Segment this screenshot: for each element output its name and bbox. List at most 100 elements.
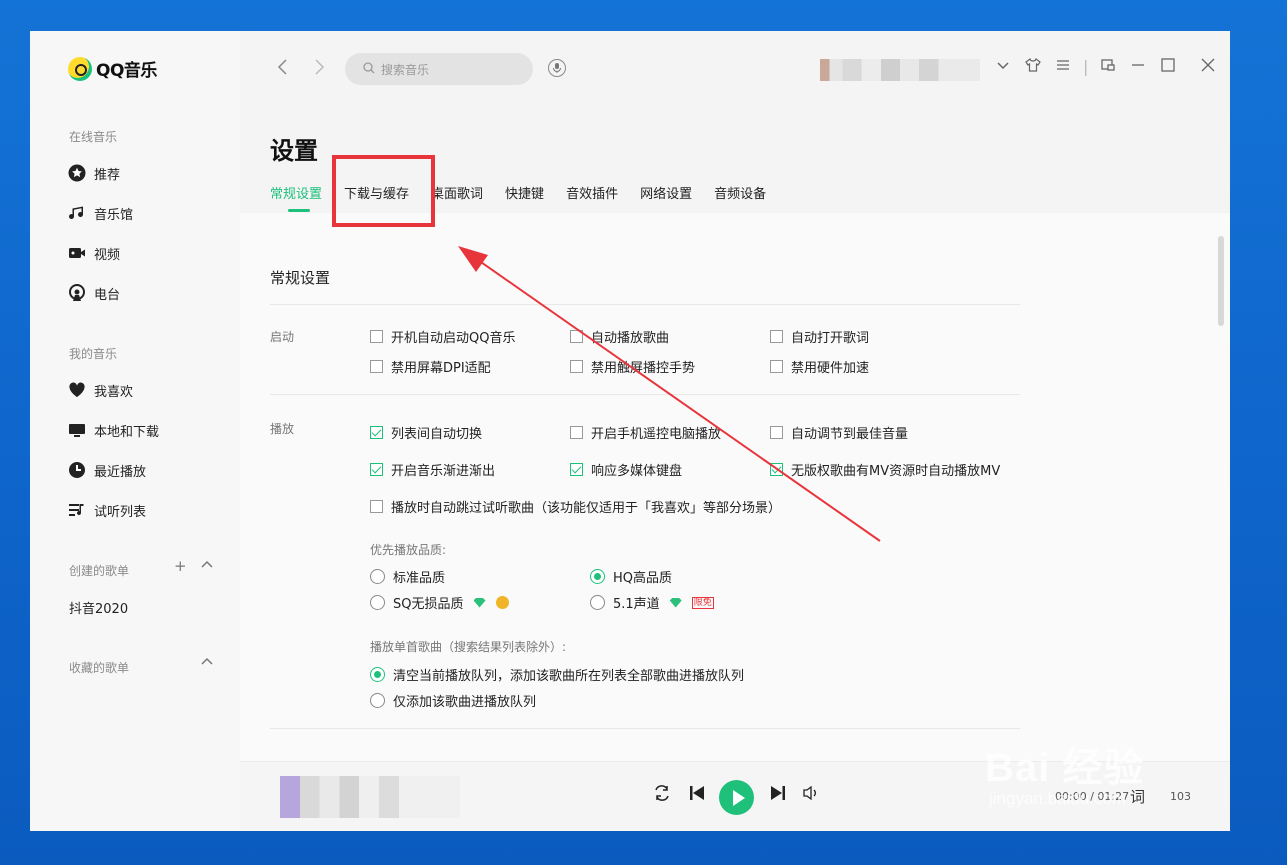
back-arrow-icon[interactable] — [276, 57, 290, 81]
playlist-item[interactable]: 抖音2020 — [69, 596, 128, 618]
play-button[interactable] — [719, 780, 754, 815]
forward-arrow-icon[interactable] — [312, 57, 326, 81]
mini-mode-icon[interactable] — [1100, 57, 1116, 77]
radio-51-channel[interactable]: 5.1声道 限免 — [590, 593, 714, 612]
option-label: 自动打开歌词 — [791, 331, 870, 346]
option-label: 开机自动启动QQ音乐 — [391, 331, 516, 346]
app-name: QQ音乐 — [96, 61, 157, 81]
sidebar-item-label: 视频 — [94, 247, 121, 263]
option-label: HQ高品质 — [613, 571, 673, 586]
sidebar-item-video[interactable]: 视频 — [68, 242, 120, 264]
option-label: 禁用触屏播控手势 — [591, 361, 696, 376]
tab-audio-device[interactable]: 音频设备 — [714, 183, 766, 202]
tab-network[interactable]: 网络设置 — [640, 183, 692, 202]
star-icon — [68, 164, 86, 182]
scrollbar[interactable] — [1218, 236, 1224, 326]
checkbox-auto-play[interactable]: 自动播放歌曲 — [570, 327, 669, 346]
radio-add-only[interactable]: 仅添加该歌曲进播放队列 — [370, 691, 536, 710]
option-label: 5.1声道 — [613, 597, 660, 612]
add-playlist-icon[interactable]: + — [174, 557, 187, 575]
option-label: 清空当前播放队列，添加该歌曲所在列表全部歌曲进播放队列 — [393, 669, 745, 684]
next-track-icon[interactable] — [769, 784, 787, 807]
lyrics-button[interactable]: 词 — [1130, 786, 1145, 807]
sidebar-item-trial-list[interactable]: 试听列表 — [68, 499, 146, 521]
radio-icon — [370, 595, 385, 610]
sidebar-item-label: 本地和下载 — [94, 424, 160, 440]
loop-mode-icon[interactable] — [652, 784, 672, 807]
section-created-playlists: 创建的歌单 — [69, 564, 130, 578]
sidebar-item-favorites[interactable]: 我喜欢 — [68, 379, 133, 401]
checkbox-phone-remote[interactable]: 开启手机遥控电脑播放 — [570, 423, 721, 442]
chevron-down-icon[interactable] — [996, 57, 1010, 76]
app-logo[interactable]: QQ音乐 — [68, 56, 157, 81]
radio-standard-quality[interactable]: 标准品质 — [370, 567, 445, 586]
checkbox-icon — [770, 426, 783, 439]
minimize-icon[interactable] — [1130, 57, 1146, 77]
checkbox-checked-icon — [370, 426, 383, 439]
skin-shirt-icon[interactable] — [1025, 57, 1041, 77]
previous-track-icon[interactable] — [688, 784, 706, 807]
playlist-item-label: 抖音2020 — [69, 601, 129, 617]
maximize-icon[interactable] — [1160, 57, 1176, 77]
divider — [270, 304, 1020, 305]
search-placeholder: 搜索音乐 — [381, 62, 430, 77]
menu-icon[interactable] — [1055, 57, 1071, 77]
checkbox-icon — [770, 360, 783, 373]
radio-sq-quality[interactable]: SQ无损品质 — [370, 593, 509, 612]
collapse-created-icon[interactable] — [200, 557, 214, 575]
user-avatar-blurred[interactable] — [820, 59, 980, 81]
option-label: 自动调节到最佳音量 — [791, 427, 909, 442]
checkbox-auto-start[interactable]: 开机自动启动QQ音乐 — [370, 327, 515, 346]
checkbox-skip-trial[interactable]: 播放时自动跳过试听歌曲（该功能仅适用于「我喜欢」等部分场景） — [370, 497, 781, 516]
sidebar-item-label: 电台 — [94, 287, 121, 303]
option-label: 禁用屏幕DPI适配 — [391, 361, 491, 376]
sidebar-item-recent[interactable]: 最近播放 — [68, 459, 146, 481]
voice-search-icon[interactable] — [548, 59, 566, 77]
close-icon[interactable] — [1200, 57, 1216, 77]
checkbox-icon — [770, 330, 783, 343]
song-info-blurred[interactable] — [280, 776, 460, 818]
checkbox-disable-dpi[interactable]: 禁用屏幕DPI适配 — [370, 357, 491, 376]
collapse-collected-icon[interactable] — [200, 654, 214, 672]
app-window: QQ音乐 在线音乐 推荐 音乐馆 视频 电台 我的音乐 我喜欢 本地和下载 最近… — [30, 31, 1230, 831]
computer-icon — [68, 421, 86, 439]
sidebar-item-label: 我喜欢 — [94, 384, 134, 400]
page-title: 设置 — [270, 137, 318, 165]
checkbox-fade[interactable]: 开启音乐渐进渐出 — [370, 460, 495, 479]
radio-icon — [370, 693, 385, 708]
sidebar-item-radio[interactable]: 电台 — [68, 282, 120, 304]
radio-selected-icon — [590, 569, 605, 584]
sidebar-item-music-hall[interactable]: 音乐馆 — [68, 202, 133, 224]
radio-hq-quality[interactable]: HQ高品质 — [590, 567, 672, 586]
option-label: 无版权歌曲有MV资源时自动播放MV — [791, 464, 1001, 479]
tab-general[interactable]: 常规设置 — [270, 183, 322, 212]
clock-icon — [68, 461, 86, 479]
tab-shortcuts[interactable]: 快捷键 — [505, 183, 544, 202]
sidebar-item-recommend[interactable]: 推荐 — [68, 162, 120, 184]
startup-label: 启动 — [270, 330, 295, 344]
playlist-icon — [68, 501, 86, 519]
checkbox-disable-touch[interactable]: 禁用触屏播控手势 — [570, 357, 695, 376]
search-input[interactable]: 搜索音乐 — [345, 53, 533, 85]
option-label: 开启手机遥控电脑播放 — [591, 427, 722, 442]
limited-free-badge: 限免 — [691, 596, 714, 609]
option-label: 响应多媒体键盘 — [591, 464, 683, 479]
vip-diamond-icon — [669, 597, 682, 608]
section-title: 常规设置 — [270, 269, 331, 287]
radio-clear-queue[interactable]: 清空当前播放队列，添加该歌曲所在列表全部歌曲进播放队列 — [370, 665, 744, 684]
checkbox-auto-mv[interactable]: 无版权歌曲有MV资源时自动播放MV — [770, 460, 1000, 479]
sidebar-item-label: 最近播放 — [94, 464, 147, 480]
checkbox-auto-volume[interactable]: 自动调节到最佳音量 — [770, 423, 908, 442]
sidebar-item-local-download[interactable]: 本地和下载 — [68, 419, 159, 441]
checkbox-media-keys[interactable]: 响应多媒体键盘 — [570, 460, 682, 479]
checkbox-auto-lyrics[interactable]: 自动打开歌词 — [770, 327, 869, 346]
search-icon — [363, 61, 375, 77]
playlist-count[interactable]: 103 — [1170, 790, 1191, 803]
checkbox-list-switch[interactable]: 列表间自动切换 — [370, 423, 482, 442]
tab-sound-plugins[interactable]: 音效插件 — [566, 183, 618, 202]
volume-icon[interactable] — [802, 784, 820, 807]
tab-desktop-lyrics[interactable]: 桌面歌词 — [431, 183, 483, 202]
checkbox-disable-hw-accel[interactable]: 禁用硬件加速 — [770, 357, 869, 376]
annotation-highlight-box — [332, 155, 435, 227]
player-bar: 00:00 / 01:27 词 103 — [240, 761, 1230, 831]
